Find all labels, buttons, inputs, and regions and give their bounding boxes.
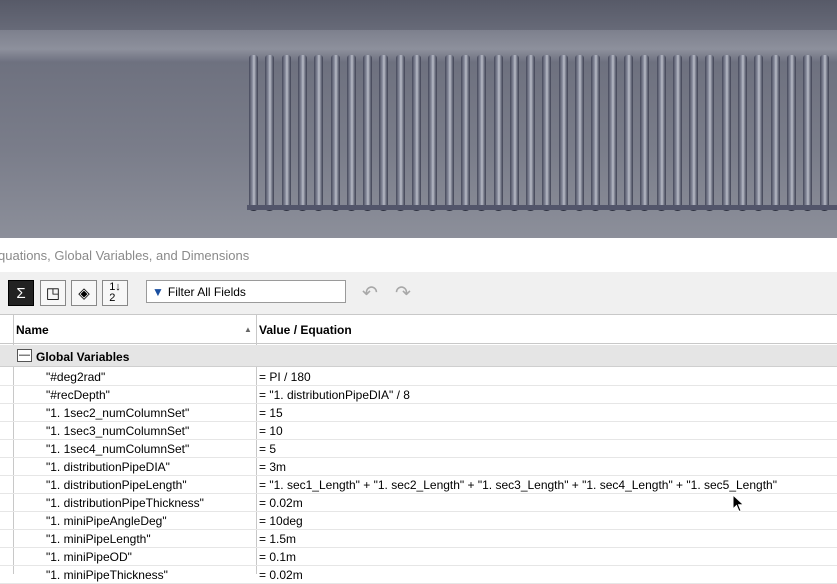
mini-pipe (786, 55, 796, 211)
table-row[interactable]: "#deg2rad" = PI / 180 (0, 368, 837, 386)
variable-name[interactable]: "1. miniPipeLength" (46, 532, 151, 546)
variable-name[interactable]: "1. miniPipeThickness" (46, 568, 168, 582)
mini-pipe (314, 55, 324, 211)
equations-toolbar: Σ ◳ ◈ 1↓ 2 ▼ Filter All Fields ↶ ↷ (0, 272, 837, 314)
variable-value[interactable]: = PI / 180 (259, 370, 311, 384)
variable-value[interactable]: = 0.02m (259, 496, 303, 510)
variable-value[interactable]: = 0.02m (259, 568, 303, 582)
table-row[interactable]: "1. distributionPipeThickness" = 0.02m (0, 494, 837, 512)
filter-icon: ▼ (152, 284, 164, 299)
redo-icon[interactable]: ↷ (392, 282, 414, 304)
mini-pipe (705, 55, 715, 211)
table-row[interactable]: "1. miniPipeLength" = 1.5m (0, 530, 837, 548)
variable-value[interactable]: = 5 (259, 442, 276, 456)
mini-pipe (803, 55, 813, 211)
variable-name[interactable]: "#deg2rad" (46, 370, 105, 384)
variable-name[interactable]: "1. 1sec2_numColumnSet" (46, 406, 189, 420)
mini-pipe (689, 55, 699, 211)
mini-pipe (395, 55, 405, 211)
mini-pipe (330, 55, 340, 211)
variable-value[interactable]: = 15 (259, 406, 283, 420)
mini-pipe (738, 55, 747, 211)
variable-name[interactable]: "1. miniPipeAngleDeg" (46, 514, 167, 528)
sketch-equation-view-icon[interactable]: ◈ (71, 280, 97, 306)
sigma-icon[interactable]: Σ (8, 280, 34, 306)
table-row[interactable]: "1. distributionPipeDIA" = 3m (0, 458, 837, 476)
table-header: Name ▲ Value / Equation (0, 314, 837, 344)
mini-pipe (721, 55, 731, 211)
variable-name[interactable]: "1. distributionPipeThickness" (46, 496, 204, 510)
filter-input[interactable]: ▼ Filter All Fields (146, 280, 346, 303)
variable-name[interactable]: "1. distributionPipeLength" (46, 478, 187, 492)
mini-pipe (477, 55, 487, 211)
mini-pipe (542, 55, 552, 211)
table-row[interactable]: "1. 1sec2_numColumnSet" = 15 (0, 404, 837, 422)
mini-pipe (265, 55, 275, 211)
mini-pipe (754, 55, 764, 211)
group-label: Global Variables (36, 350, 130, 364)
mini-pipe (493, 55, 503, 211)
equation-view-icon[interactable]: ◳ (40, 280, 66, 306)
mini-pipe-array (0, 0, 837, 238)
mini-pipe (346, 55, 356, 211)
mouse-cursor-icon (732, 494, 745, 513)
dialog-title-bar: quations, Global Variables, and Dimensio… (0, 238, 837, 272)
mini-pipe (297, 55, 307, 211)
table-row[interactable]: "1. miniPipeThickness" = 0.02m (0, 566, 837, 584)
mini-pipe (412, 55, 421, 211)
variable-name[interactable]: "1. 1sec4_numColumnSet" (46, 442, 189, 456)
mini-pipe (640, 55, 650, 211)
group-row-global-variables[interactable]: — Global Variables (0, 345, 837, 367)
mini-pipe (379, 55, 389, 211)
variable-name[interactable]: "1. distributionPipeDIA" (46, 460, 170, 474)
mini-pipe (428, 55, 438, 211)
graphics-viewport[interactable] (0, 0, 837, 238)
variable-value[interactable]: = 10deg (259, 514, 303, 528)
table-row[interactable]: "1. miniPipeAngleDeg" = 10deg (0, 512, 837, 530)
dialog-title: quations, Global Variables, and Dimensio… (0, 248, 250, 263)
mini-pipe (444, 55, 454, 211)
mini-pipe (623, 55, 633, 211)
mini-pipe (607, 55, 617, 211)
variable-value[interactable]: = 10 (259, 424, 283, 438)
table-row[interactable]: "#recDepth" = "1. distributionPipeDIA" /… (0, 386, 837, 404)
table-row[interactable]: "1. 1sec4_numColumnSet" = 5 (0, 440, 837, 458)
variable-name[interactable]: "#recDepth" (46, 388, 110, 402)
mini-pipe (460, 55, 470, 211)
column-header-name[interactable]: Name (16, 323, 49, 337)
variable-value[interactable]: = "1. distributionPipeDIA" / 8 (259, 388, 410, 402)
variable-value[interactable]: = 3m (259, 460, 286, 474)
variable-name[interactable]: "1. 1sec3_numColumnSet" (46, 424, 189, 438)
mini-pipe (819, 55, 829, 211)
table-row[interactable]: "1. miniPipeOD" = 0.1m (0, 548, 837, 566)
variable-value[interactable]: = 0.1m (259, 550, 296, 564)
sort-ascending-icon: ▲ (244, 325, 252, 334)
table-row[interactable]: "1. 1sec3_numColumnSet" = 10 (0, 422, 837, 440)
mini-pipe (558, 55, 568, 211)
mini-pipe (526, 55, 536, 211)
mini-pipe (672, 55, 682, 211)
column-header-value[interactable]: Value / Equation (259, 323, 352, 337)
equations-table: Name ▲ Value / Equation — Global Variabl… (0, 314, 837, 584)
mini-pipe (656, 55, 666, 211)
mini-pipe (249, 55, 258, 211)
mini-pipe (363, 55, 373, 211)
collapse-icon[interactable]: — (17, 349, 32, 362)
ordered-view-icon[interactable]: 1↓ 2 (102, 280, 128, 306)
mini-pipe (591, 55, 601, 211)
variable-name[interactable]: "1. miniPipeOD" (46, 550, 132, 564)
variable-value[interactable]: = "1. sec1_Length" + "1. sec2_Length" + … (259, 478, 777, 492)
mini-pipe (281, 55, 291, 211)
filter-placeholder: Filter All Fields (167, 284, 246, 299)
undo-icon[interactable]: ↶ (359, 282, 381, 304)
mini-pipe (575, 55, 584, 211)
variable-value[interactable]: = 1.5m (259, 532, 296, 546)
mini-pipe (509, 55, 519, 211)
pipe-array-base (247, 205, 837, 210)
mini-pipe (770, 55, 780, 211)
table-row[interactable]: "1. distributionPipeLength" = "1. sec1_L… (0, 476, 837, 494)
